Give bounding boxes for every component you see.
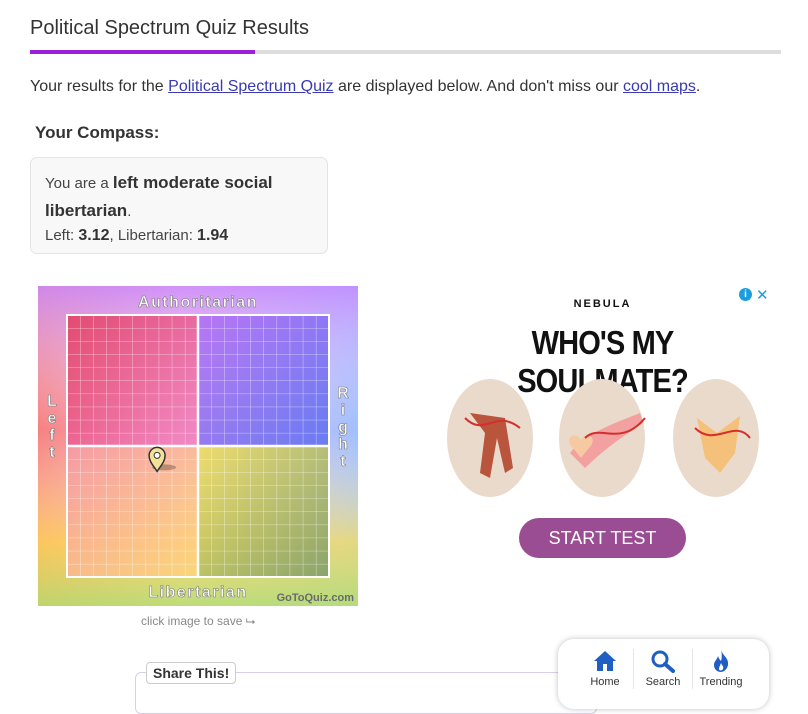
marker-dot [153, 451, 161, 459]
maps-link[interactable]: cool maps [623, 78, 696, 95]
intro-suffix: . [695, 78, 701, 95]
quiz-link[interactable]: Political Spectrum Quiz [168, 78, 333, 95]
nav-search-label: Search [645, 676, 681, 688]
title-underline [30, 50, 781, 54]
nav-trending-label: Trending [699, 676, 743, 688]
result-scores: Left: 3.12, Libertarian: 1.94 [45, 227, 313, 245]
libertarian-score-label: , Libertarian: [109, 227, 198, 244]
nav-trending[interactable]: Trending [692, 649, 750, 688]
ad-brand: NEBULA [573, 298, 632, 310]
start-test-button[interactable]: START TEST [519, 518, 686, 558]
page-title: Political Spectrum Quiz Results [30, 17, 309, 39]
intro-text: Your results for the Political Spectrum … [30, 78, 700, 96]
save-hint: click image to save ⮡ [141, 614, 256, 628]
intro-middle: are displayed below. And don't miss our [333, 78, 623, 95]
nav-home[interactable]: Home [576, 649, 634, 688]
ad-illustrations [447, 379, 759, 497]
home-icon [594, 651, 616, 671]
search-icon [651, 650, 675, 673]
bottom-nav: Home Search Trending [558, 639, 769, 709]
left-score-label: Left: [45, 227, 79, 244]
advertisement[interactable]: i ✕ NEBULA WHO'S MY SOULMATE? START TEST [435, 286, 770, 566]
gotoquiz-watermark: GoToQuiz.com [277, 592, 355, 604]
political-compass-image[interactable]: Authoritarian Libertarian Left Right GoT… [38, 286, 358, 606]
result-summary: You are a left moderate social libertari… [45, 169, 313, 225]
nav-home-label: Home [590, 676, 620, 688]
flame-icon [714, 650, 729, 672]
compass-heading: Your Compass: [35, 123, 160, 142]
intro-prefix: Your results for the [30, 78, 169, 95]
result-prefix: You are a [45, 175, 113, 192]
nav-search[interactable]: Search [634, 649, 692, 688]
label-authoritarian: Authoritarian [138, 294, 258, 311]
left-score-value: 3.12 [78, 227, 110, 244]
result-card: You are a left moderate social libertari… [30, 157, 328, 254]
label-libertarian: Libertarian [148, 584, 247, 601]
result-period: . [127, 203, 132, 220]
libertarian-score-value: 1.94 [197, 227, 229, 244]
share-label: Share This! [146, 662, 237, 684]
title-underline-accent [30, 50, 255, 54]
